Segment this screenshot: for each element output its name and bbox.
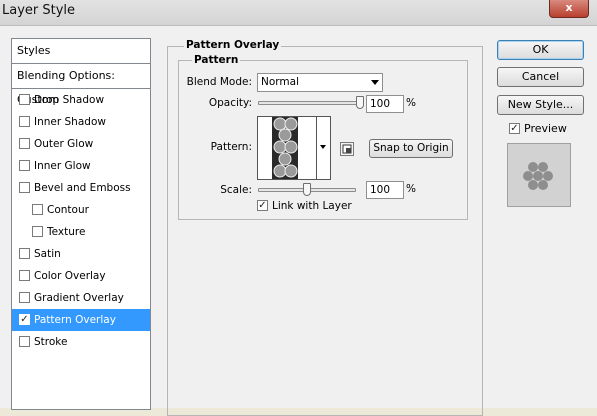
style-item-contour[interactable]: Contour (12, 199, 150, 221)
style-item-label: Texture (47, 226, 86, 238)
pattern-subgroup-title: Pattern (192, 54, 241, 66)
checkbox-icon[interactable] (19, 335, 30, 347)
style-item-texture[interactable]: Texture (12, 221, 150, 243)
styles-header[interactable]: Styles (12, 39, 150, 64)
blending-options-item[interactable]: Blending Options: Custom (12, 64, 150, 106)
opacity-slider-thumb[interactable] (356, 96, 364, 109)
checkbox-icon: ✓ (257, 199, 268, 211)
style-item-label: Inner Shadow (34, 116, 106, 128)
style-item-label: Contour (47, 204, 89, 216)
close-button[interactable]: x (549, 0, 589, 18)
checkbox-icon[interactable] (19, 291, 30, 303)
ok-label: OK (532, 43, 549, 56)
snap-to-origin-label: Snap to Origin (373, 142, 449, 154)
snap-to-origin-button[interactable]: Snap to Origin (369, 139, 453, 158)
style-item-label: Outer Glow (34, 138, 94, 150)
scale-unit: % (406, 183, 416, 195)
pattern-picker-toggle[interactable] (317, 116, 331, 180)
chevron-down-icon (320, 145, 326, 149)
style-item-label: Inner Glow (34, 160, 91, 172)
style-item-label: Pattern Overlay (34, 314, 116, 326)
checkbox-icon[interactable] (32, 203, 43, 215)
style-item-gradient-overlay[interactable]: Gradient Overlay (12, 287, 150, 309)
checkbox-icon[interactable] (19, 115, 30, 127)
scale-input[interactable]: 100 (366, 181, 404, 199)
pattern-swatch[interactable] (257, 116, 317, 180)
checkbox-icon[interactable] (19, 159, 30, 171)
style-item-satin[interactable]: Satin (12, 243, 150, 265)
checkbox-icon[interactable] (19, 137, 30, 149)
style-item-inner-glow[interactable]: Inner Glow (12, 155, 150, 177)
style-item-inner-shadow[interactable]: Inner Shadow (12, 111, 150, 133)
opacity-input[interactable]: 100 (366, 95, 404, 113)
pattern-label: Pattern: (210, 141, 252, 153)
style-item-drop-shadow[interactable]: Drop Shadow (12, 89, 150, 111)
new-style-label: New Style... (507, 98, 574, 111)
checkbox-icon[interactable] (19, 247, 30, 259)
checkbox-icon[interactable] (19, 181, 30, 193)
new-preset-icon (342, 144, 352, 154)
blend-mode-value: Normal (261, 76, 299, 88)
style-item-outer-glow[interactable]: Outer Glow (12, 133, 150, 155)
cancel-button[interactable]: Cancel (497, 67, 584, 87)
preview-label: Preview (524, 122, 567, 135)
style-item-pattern-overlay[interactable]: ✓ Pattern Overlay (12, 309, 150, 331)
preview-pattern-icon (523, 162, 553, 190)
style-item-label: Satin (34, 248, 61, 260)
style-item-label: Bevel and Emboss (34, 182, 131, 194)
checkbox-icon: ✓ (509, 122, 520, 134)
style-item-label: Color Overlay (34, 270, 106, 282)
preview-checkbox[interactable]: ✓ Preview (509, 122, 567, 135)
link-with-layer-checkbox[interactable]: ✓ Link with Layer (257, 199, 352, 212)
opacity-unit: % (406, 97, 416, 109)
cancel-label: Cancel (521, 70, 560, 83)
pattern-preview-icon (272, 117, 298, 179)
style-item-stroke[interactable]: Stroke (12, 331, 150, 353)
ok-button[interactable]: OK (497, 40, 584, 60)
dialog-content: Styles Blending Options: Custom Drop Sha… (0, 26, 597, 416)
link-with-layer-label: Link with Layer (272, 200, 352, 212)
style-item-label: Drop Shadow (34, 94, 105, 106)
style-items: Drop Shadow Inner Shadow Outer Glow Inner G… (12, 89, 150, 353)
style-item-bevel-and-emboss[interactable]: Bevel and Emboss (12, 177, 150, 199)
pattern-overlay-title: Pattern Overlay (184, 39, 282, 51)
opacity-label: Opacity: (208, 97, 252, 109)
style-item-color-overlay[interactable]: Color Overlay (12, 265, 150, 287)
style-preview-thumbnail (507, 143, 571, 207)
scale-slider-thumb[interactable] (303, 183, 311, 196)
blend-mode-select[interactable]: Normal (257, 73, 383, 92)
styles-list: Styles Blending Options: Custom Drop Sha… (11, 38, 151, 410)
opacity-slider[interactable] (258, 101, 360, 105)
checkbox-icon[interactable]: ✓ (19, 313, 30, 325)
new-preset-button[interactable] (340, 142, 354, 156)
new-style-button[interactable]: New Style... (497, 95, 584, 115)
chevron-down-icon (371, 80, 379, 85)
close-icon: x (565, 1, 573, 14)
checkbox-icon[interactable] (32, 225, 43, 237)
checkbox-icon[interactable] (19, 93, 30, 105)
style-item-label: Gradient Overlay (34, 292, 124, 304)
scale-label: Scale: (220, 184, 252, 196)
title-bar: Layer Style x (0, 0, 597, 26)
window-title: Layer Style (2, 3, 76, 18)
blend-mode-label: Blend Mode: (186, 76, 252, 88)
style-item-label: Stroke (34, 336, 68, 348)
checkbox-icon[interactable] (19, 269, 30, 281)
